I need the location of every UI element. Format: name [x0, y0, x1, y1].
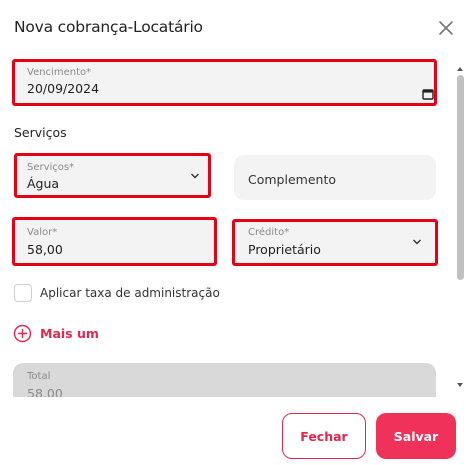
admin-fee-label[interactable]: Aplicar taxa de administração	[40, 286, 220, 300]
close-button[interactable]	[436, 18, 456, 38]
credit-select[interactable]: Crédito* Proprietário	[232, 219, 438, 266]
services-label: Serviços*	[27, 162, 75, 173]
chevron-down-icon	[191, 173, 199, 179]
scroll-down-arrow[interactable]	[457, 383, 463, 387]
close-icon[interactable]	[436, 18, 456, 38]
plus-circle-icon[interactable]	[13, 324, 32, 343]
credit-value: Proprietário	[248, 242, 321, 257]
services-select[interactable]: Serviços* Água	[14, 153, 211, 198]
chevron-down-icon	[413, 239, 421, 245]
add-more-label[interactable]: Mais um	[40, 326, 99, 341]
total-value: 58,00	[27, 386, 63, 397]
amount-label: Valor*	[27, 227, 58, 238]
calendar-icon[interactable]	[422, 88, 434, 100]
scroll-up-arrow[interactable]	[457, 67, 463, 71]
total-field: Total 58,00	[13, 363, 436, 397]
complement-placeholder: Complemento	[248, 172, 336, 187]
due-date-field[interactable]: Vencimento* 20/09/2024	[12, 59, 437, 106]
amount-value[interactable]: 58,00	[27, 242, 63, 257]
add-more-button[interactable]: Mais um	[13, 324, 99, 343]
services-value: Água	[27, 176, 60, 191]
due-date-value[interactable]: 20/09/2024	[27, 81, 99, 96]
admin-fee-row: Aplicar taxa de administração	[14, 284, 220, 302]
new-charge-dialog: Nova cobrança-Locatário Vencimento* 20/0…	[0, 0, 466, 465]
scrollbar[interactable]	[455, 67, 466, 395]
admin-fee-checkbox[interactable]	[14, 284, 32, 302]
due-date-label: Vencimento*	[27, 67, 92, 78]
close-dialog-button[interactable]: Fechar	[282, 413, 366, 459]
services-section-title: Serviços	[14, 125, 67, 140]
total-label: Total	[27, 371, 51, 382]
credit-label: Crédito*	[248, 227, 290, 238]
dialog-title: Nova cobrança-Locatário	[14, 18, 203, 36]
scrollbar-thumb[interactable]	[457, 75, 464, 280]
amount-field[interactable]: Valor* 58,00	[12, 217, 217, 266]
form-scroll-area: Vencimento* 20/09/2024 Serviços Serviços…	[0, 52, 466, 397]
complement-field[interactable]: Complemento	[234, 155, 436, 200]
save-button[interactable]: Salvar	[376, 413, 456, 459]
